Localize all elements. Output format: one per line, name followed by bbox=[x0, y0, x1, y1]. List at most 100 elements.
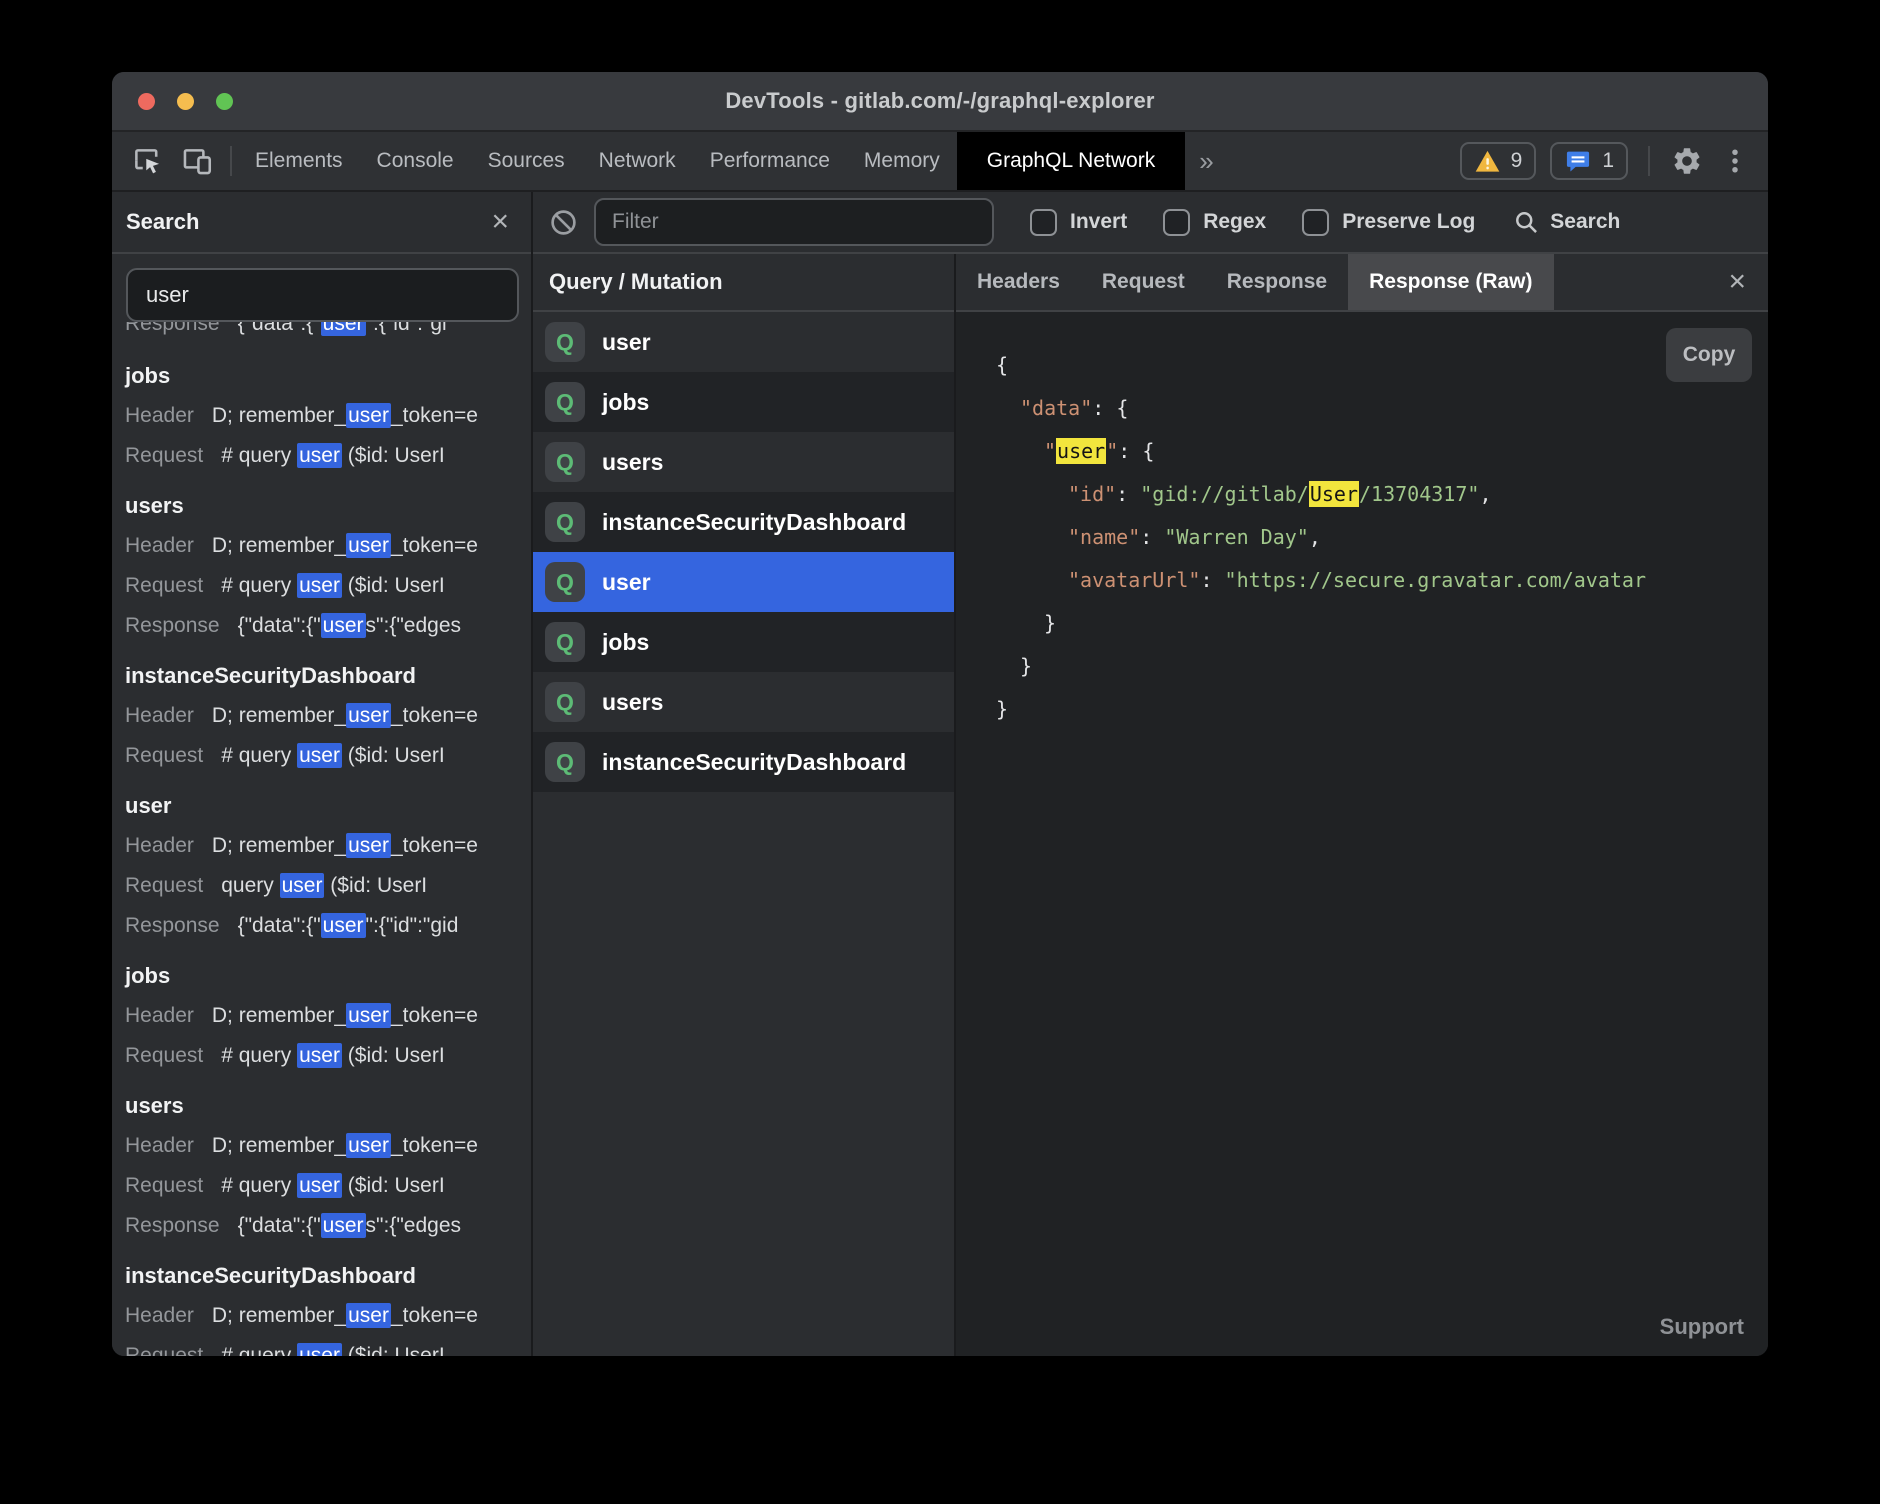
devtools-window: DevTools - gitlab.com/-/graphql-explorer bbox=[112, 72, 1768, 1356]
result-line: Response{"data":{"users":{"edges bbox=[125, 606, 531, 646]
maximize-window-button[interactable] bbox=[216, 93, 233, 110]
result-line-label: Response bbox=[125, 1214, 220, 1237]
response-panel: HeadersRequestResponseResponse (Raw) × Co… bbox=[956, 254, 1768, 1356]
search-match-highlight: user bbox=[346, 833, 391, 858]
response-tab-response-raw[interactable]: Response (Raw) bbox=[1348, 254, 1553, 310]
query-list-header: Query / Mutation bbox=[533, 254, 954, 312]
tab-sources[interactable]: Sources bbox=[471, 132, 582, 190]
json-line: } bbox=[996, 688, 1768, 731]
response-tab-request[interactable]: Request bbox=[1081, 254, 1206, 310]
query-row-label: users bbox=[602, 689, 663, 716]
tab-performance[interactable]: Performance bbox=[693, 132, 847, 190]
search-toggle-label: Search bbox=[1550, 210, 1620, 234]
json-token: " bbox=[1044, 439, 1056, 463]
inspect-element-icon[interactable] bbox=[130, 144, 164, 178]
tab-graphql-network[interactable]: GraphQL Network bbox=[957, 132, 1185, 190]
settings-gear-icon[interactable] bbox=[1670, 144, 1704, 178]
query-list-panel: Query / Mutation QuserQjobsQusersQinstan… bbox=[533, 254, 956, 1356]
query-row[interactable]: Qusers bbox=[533, 432, 954, 492]
result-text: # query bbox=[221, 1344, 297, 1356]
query-row-label: instanceSecurityDashboard bbox=[602, 509, 906, 536]
json-line: "data": { bbox=[996, 387, 1768, 430]
search-input[interactable] bbox=[126, 268, 519, 322]
json-token: "data" bbox=[1020, 396, 1092, 420]
query-row[interactable]: QinstanceSecurityDashboard bbox=[533, 732, 954, 792]
search-match-highlight: user bbox=[321, 1213, 366, 1238]
filter-bar: Invert Regex Preserve Log bbox=[533, 192, 1768, 254]
result-text: query bbox=[221, 874, 279, 897]
response-tab-headers[interactable]: Headers bbox=[956, 254, 1081, 310]
search-match-highlight: user bbox=[346, 703, 391, 728]
search-panel-title: Search bbox=[126, 209, 199, 235]
result-line-label: Header bbox=[125, 534, 194, 557]
result-line-label: Request bbox=[125, 1044, 203, 1067]
preserve-log-label: Preserve Log bbox=[1342, 210, 1475, 234]
close-window-button[interactable] bbox=[138, 93, 155, 110]
search-match-highlight: user bbox=[346, 1003, 391, 1028]
device-toolbar-icon[interactable] bbox=[180, 144, 214, 178]
query-row-label: users bbox=[602, 449, 663, 476]
json-token: : { bbox=[1092, 396, 1128, 420]
query-row[interactable]: Quser bbox=[533, 552, 954, 612]
warning-count: 9 bbox=[1511, 149, 1523, 173]
preserve-log-checkbox[interactable] bbox=[1302, 209, 1329, 236]
more-tabs-chevron[interactable]: » bbox=[1185, 132, 1227, 190]
query-type-icon: Q bbox=[545, 502, 585, 542]
result-line: HeaderD; remember_user_token=e bbox=[125, 396, 531, 436]
tab-memory[interactable]: Memory bbox=[847, 132, 957, 190]
result-line-label: Header bbox=[125, 1004, 194, 1027]
result-line-label: Request bbox=[125, 1174, 203, 1197]
result-text: ":{"id":"gid bbox=[366, 914, 459, 937]
json-line: "user": { bbox=[996, 430, 1768, 473]
json-match-highlight: User bbox=[1309, 481, 1359, 507]
json-token: "https://secure.gravatar.com/avatar bbox=[1225, 568, 1646, 592]
result-text: {"data":{" bbox=[238, 914, 321, 937]
filter-input[interactable] bbox=[594, 198, 994, 246]
search-result-title: jobs bbox=[125, 356, 531, 396]
result-text: {"data":{" bbox=[238, 614, 321, 637]
search-result-section: jobsHeaderD; remember_user_token=eReques… bbox=[125, 956, 531, 1076]
support-link[interactable]: Support bbox=[1660, 1314, 1744, 1340]
warnings-badge[interactable]: 9 bbox=[1460, 142, 1537, 180]
query-row[interactable]: Quser bbox=[533, 312, 954, 372]
query-type-icon: Q bbox=[545, 442, 585, 482]
json-match-highlight: user bbox=[1056, 438, 1106, 464]
query-row-label: jobs bbox=[602, 629, 649, 656]
toolbar-separator bbox=[230, 146, 232, 176]
regex-checkbox[interactable] bbox=[1163, 209, 1190, 236]
result-text: _token=e bbox=[391, 1304, 478, 1327]
json-token: : bbox=[1200, 568, 1224, 592]
block-requests-icon[interactable] bbox=[549, 208, 578, 237]
query-row[interactable]: Qjobs bbox=[533, 612, 954, 672]
devtools-tabs: ElementsConsoleSourcesNetworkPerformance… bbox=[238, 132, 1185, 190]
search-toggle-group[interactable]: Search bbox=[1513, 209, 1620, 236]
search-input-wrap bbox=[112, 254, 531, 322]
search-result-section: usersHeaderD; remember_user_token=eReque… bbox=[125, 486, 531, 646]
kebab-menu-icon[interactable] bbox=[1718, 144, 1752, 178]
search-match-highlight: user bbox=[346, 403, 391, 428]
response-close-icon[interactable]: × bbox=[1728, 254, 1768, 310]
query-row[interactable]: Qusers bbox=[533, 672, 954, 732]
minimize-window-button[interactable] bbox=[177, 93, 194, 110]
content-row: Query / Mutation QuserQjobsQusersQinstan… bbox=[533, 254, 1768, 1356]
result-line-label: Header bbox=[125, 704, 194, 727]
result-line: Request# query user ($id: UserI bbox=[125, 566, 531, 606]
json-token: { bbox=[996, 353, 1008, 377]
json-token: } bbox=[1044, 611, 1056, 635]
query-type-icon: Q bbox=[545, 562, 585, 602]
tab-console[interactable]: Console bbox=[360, 132, 471, 190]
tab-elements[interactable]: Elements bbox=[238, 132, 360, 190]
result-line: Request# query user ($id: UserI bbox=[125, 1166, 531, 1206]
invert-checkbox[interactable] bbox=[1030, 209, 1057, 236]
result-line-label: Request bbox=[125, 574, 203, 597]
query-row[interactable]: Qjobs bbox=[533, 372, 954, 432]
copy-button[interactable]: Copy bbox=[1666, 328, 1752, 382]
tab-network[interactable]: Network bbox=[582, 132, 693, 190]
search-close-icon[interactable]: × bbox=[491, 207, 509, 237]
issues-badge[interactable]: 1 bbox=[1550, 142, 1628, 180]
response-tab-response[interactable]: Response bbox=[1206, 254, 1348, 310]
query-row[interactable]: QinstanceSecurityDashboard bbox=[533, 492, 954, 552]
devtools-body: Search × Response {"data":{" user ":{"id":"… bbox=[112, 192, 1768, 1356]
invert-label: Invert bbox=[1070, 210, 1127, 234]
result-line-label: Request bbox=[125, 444, 203, 467]
